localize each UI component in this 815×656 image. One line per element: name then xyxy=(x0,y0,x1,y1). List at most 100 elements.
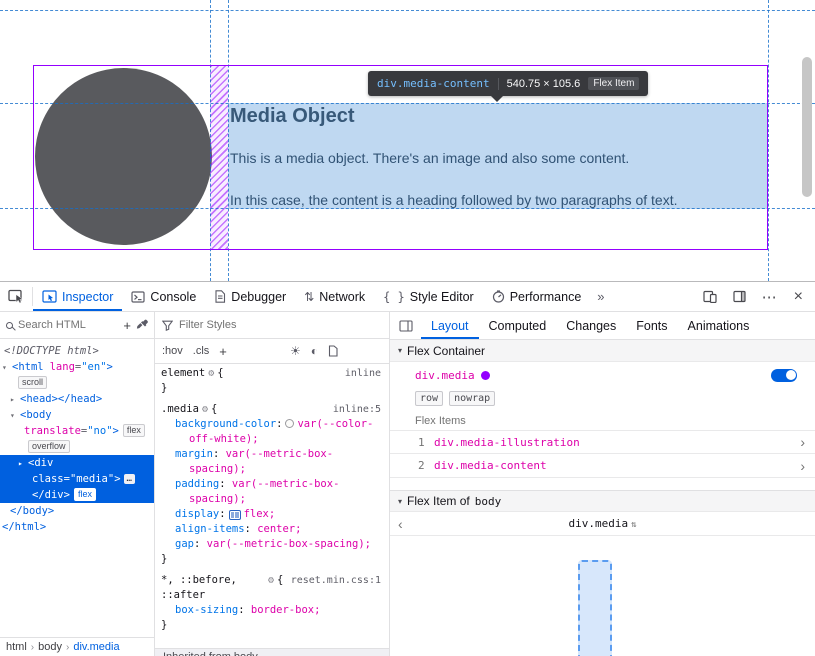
tab-network[interactable]: ⇅ Network xyxy=(295,282,374,311)
css-declaration[interactable]: align-items: center; xyxy=(161,522,383,537)
selected-node-div-media[interactable]: ▸<div class="media">… </div>flex xyxy=(0,455,154,503)
tab-fonts[interactable]: Fonts xyxy=(626,312,677,339)
markup-tree: <!DOCTYPE html> ▾<htmllang="en"> scroll … xyxy=(0,339,154,535)
markup-html-close[interactable]: </html> xyxy=(0,519,154,535)
flex-item-navigator: ‹ div.media⇅ xyxy=(390,512,815,536)
selector-highlighter-icon[interactable]: ⚙ xyxy=(208,368,214,379)
flex-container-element[interactable]: div.media xyxy=(415,369,475,382)
breadcrumb-item-body[interactable]: body xyxy=(38,641,62,653)
meatball-menu-icon[interactable]: ⋯ xyxy=(762,288,778,306)
tab-style-editor[interactable]: { } Style Editor xyxy=(374,282,483,311)
light-scheme-icon[interactable]: ☀ xyxy=(290,344,301,358)
css-declaration[interactable]: box-sizing: border-box; xyxy=(161,603,383,618)
add-node-icon[interactable]: + xyxy=(123,318,131,333)
markup-body-attrs[interactable]: translate="no">flex xyxy=(0,423,154,439)
rule-reset-selector[interactable]: *, ::before, ::after⚙{reset.min.css:1 xyxy=(161,573,383,603)
infobar-arrow xyxy=(491,96,503,102)
color-swatch[interactable] xyxy=(285,419,294,428)
breadcrumb-item-div-media[interactable]: div.media xyxy=(73,641,119,653)
twisty-closed-icon[interactable]: ▸ xyxy=(18,456,28,472)
section-title: Flex Container xyxy=(407,344,485,358)
twisty-open-icon: ▾ xyxy=(398,346,402,355)
class-toggle[interactable]: .cls xyxy=(193,345,210,357)
three-pane-toggle-icon[interactable] xyxy=(390,320,421,332)
selector-highlighter-icon[interactable]: ⚙ xyxy=(268,575,274,586)
tab-animations[interactable]: Animations xyxy=(678,312,760,339)
flex-container-section-header[interactable]: ▾ Flex Container xyxy=(390,340,815,362)
css-declaration[interactable]: gap: var(--metric-box-spacing); xyxy=(161,537,383,552)
close-icon[interactable]: × xyxy=(794,288,803,306)
style-editor-icon: { } xyxy=(383,291,405,303)
eyedropper-icon[interactable] xyxy=(136,319,148,331)
search-html-input[interactable] xyxy=(18,319,118,331)
inspector-icon xyxy=(42,290,57,303)
tab-console[interactable]: Console xyxy=(122,282,205,311)
dark-scheme-icon[interactable]: ◐ xyxy=(311,344,318,358)
markup-node-body[interactable]: ▾<body xyxy=(0,407,154,423)
css-declaration[interactable]: margin: var(--metric-box-spacing); xyxy=(161,447,383,477)
rule-origin[interactable]: inline xyxy=(345,366,381,381)
show-all-nodes-icon[interactable]: … xyxy=(124,474,135,484)
selector-highlighter-icon[interactable]: ⚙ xyxy=(202,404,208,415)
flex-badge[interactable]: flex xyxy=(123,424,145,437)
node-picker-icon[interactable] xyxy=(0,282,32,311)
chevron-left-icon[interactable]: ‹ xyxy=(398,516,418,532)
add-rule-icon[interactable]: + xyxy=(219,344,227,359)
highlighter-color-swatch[interactable] xyxy=(481,371,490,380)
print-simulation-icon[interactable] xyxy=(328,345,338,357)
infobar-selector: div.media-content xyxy=(377,77,490,90)
filter-styles-input[interactable] xyxy=(179,319,299,331)
tab-label: Performance xyxy=(510,290,582,304)
tab-layout[interactable]: Layout xyxy=(421,312,479,339)
breadcrumb-item-html[interactable]: html xyxy=(6,641,27,653)
responsive-design-icon[interactable] xyxy=(703,290,717,303)
flex-guide-line xyxy=(768,0,769,281)
infobar-divider xyxy=(498,78,499,90)
flex-highlighter-toggle[interactable] xyxy=(771,369,797,382)
markup-body-close[interactable]: </body> xyxy=(0,503,154,519)
tab-computed[interactable]: Computed xyxy=(479,312,557,339)
flex-item-name: div.media-illustration xyxy=(434,436,580,449)
breadcrumb: html › body › div.media xyxy=(0,637,155,656)
css-declaration[interactable]: display:flex; xyxy=(161,507,383,522)
css-declaration[interactable]: background-color:var(--color-off-white); xyxy=(161,417,383,447)
flex-item-diagram xyxy=(578,560,612,656)
tab-performance[interactable]: Performance xyxy=(483,282,591,311)
css-declaration[interactable]: padding: var(--metric-box-spacing); xyxy=(161,477,383,507)
parent-element: body xyxy=(475,495,502,508)
flex-items-label: Flex Items xyxy=(390,412,815,430)
tab-changes[interactable]: Changes xyxy=(556,312,626,339)
scroll-badge[interactable]: scroll xyxy=(18,376,47,389)
page-scrollbar-thumb[interactable] xyxy=(802,57,812,197)
rule-origin[interactable]: reset.min.css:1 xyxy=(291,573,381,588)
flex-item-row-2[interactable]: 2 div.media-content › xyxy=(390,454,815,478)
markup-node-html[interactable]: ▾<htmllang="en"> xyxy=(0,359,154,375)
tab-inspector[interactable]: Inspector xyxy=(33,282,122,311)
flex-item-section-header[interactable]: ▾ Flex Item of body xyxy=(390,490,815,512)
twisty-open-icon[interactable]: ▾ xyxy=(2,360,12,376)
tab-label: Network xyxy=(319,290,365,304)
filter-icon xyxy=(162,320,173,331)
tab-label: Console xyxy=(150,290,196,304)
markup-node-head[interactable]: ▸<head></head> xyxy=(0,391,154,407)
twisty-closed-icon[interactable]: ▸ xyxy=(10,392,20,408)
flex-item-index: 2 xyxy=(418,459,434,472)
pseudo-class-toggle[interactable]: :hov xyxy=(162,345,183,357)
chevron-right-icon: › xyxy=(800,434,805,450)
dock-side-icon[interactable] xyxy=(733,290,746,303)
rules-filter-row xyxy=(155,312,389,339)
rule-origin[interactable]: inline:5 xyxy=(333,402,381,417)
twisty-open-icon[interactable]: ▾ xyxy=(10,408,20,424)
flex-highlighter-icon[interactable] xyxy=(229,510,241,520)
rule-element-selector[interactable]: element⚙{inline xyxy=(161,366,383,381)
current-flex-item[interactable]: div.media⇅ xyxy=(418,517,787,530)
tab-debugger[interactable]: Debugger xyxy=(205,282,295,311)
markup-doctype[interactable]: <!DOCTYPE html> xyxy=(0,343,154,359)
overflow-badge[interactable]: overflow xyxy=(28,440,70,453)
more-tabs-chevron-icon[interactable]: » xyxy=(590,282,611,311)
tab-label: Style Editor xyxy=(410,290,474,304)
flex-item-row-1[interactable]: 1 div.media-illustration › xyxy=(390,430,815,454)
rule-media-selector[interactable]: .media⚙{inline:5 xyxy=(161,402,383,417)
flex-badge[interactable]: flex xyxy=(74,488,96,501)
sidebar-tabs: Layout Computed Changes Fonts Animations xyxy=(390,312,815,340)
